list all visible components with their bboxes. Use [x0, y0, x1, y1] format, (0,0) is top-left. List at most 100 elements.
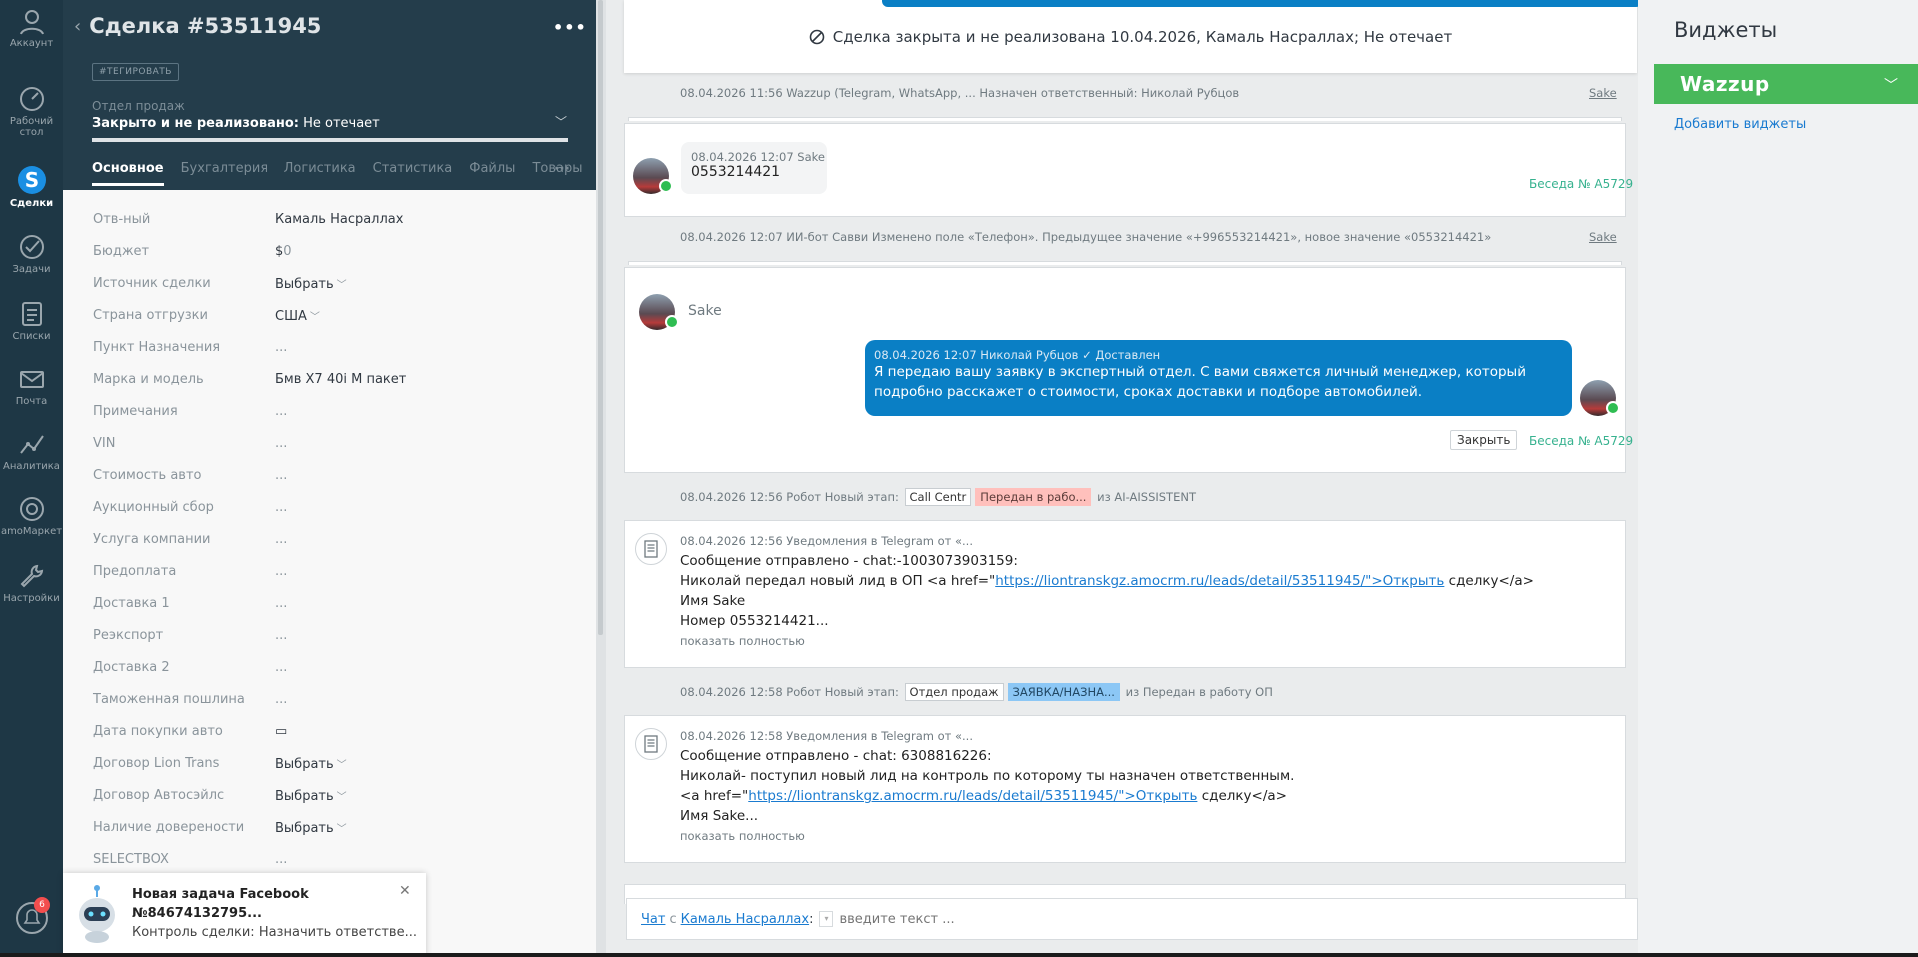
pipeline-status[interactable]: Закрыто и не реализовано: Не отечает: [92, 116, 568, 131]
field-row[interactable]: Бюджет $0: [93, 244, 573, 264]
field-row[interactable]: Отв-ный Камаль Насраллах: [93, 212, 573, 232]
wazzup-widget[interactable]: Wazzup: [1654, 64, 1918, 104]
field-value[interactable]: ...: [275, 852, 287, 872]
field-row[interactable]: Дата покупки авто ▭: [93, 724, 573, 744]
tab-accounting[interactable]: Бухгалтерия: [181, 161, 267, 186]
field-value[interactable]: ...: [275, 404, 287, 424]
field-name: Услуга компании: [93, 532, 211, 547]
field-value-text: Выбрать: [275, 277, 334, 292]
back-arrow-icon[interactable]: ‹: [74, 16, 81, 37]
tabs-more-icon[interactable]: ···: [554, 161, 570, 177]
chevron-down-icon[interactable]: ﹀: [1884, 75, 1898, 95]
field-name: Доставка 1: [93, 596, 170, 611]
mail-icon: [19, 371, 44, 388]
field-value[interactable]: Выбрать ﹀: [275, 276, 347, 296]
field-value[interactable]: Выбрать ﹀: [275, 756, 347, 776]
field-value[interactable]: ...: [275, 500, 287, 520]
field-row[interactable]: Реэкспорт...: [93, 628, 573, 648]
note-author-link[interactable]: Sake: [1589, 230, 1617, 244]
field-value[interactable]: США ﹀: [275, 308, 320, 328]
nav-item-dashboard[interactable]: Рабочий стол: [0, 78, 63, 140]
field-value[interactable]: ...: [275, 628, 287, 648]
field-row[interactable]: Услуга компании...: [93, 532, 573, 552]
nav-item-market[interactable]: amoМаркет: [0, 488, 63, 550]
nav-item-analytics[interactable]: Аналитика: [0, 423, 63, 485]
field-value-text: Выбрать: [275, 821, 334, 836]
field-row[interactable]: SELECTBOX...: [93, 852, 573, 872]
field-row[interactable]: Доставка 2...: [93, 660, 573, 680]
field-row[interactable]: Таможенная пошлина...: [93, 692, 573, 712]
field-row[interactable]: Аукционный сбор...: [93, 500, 573, 520]
tab-files[interactable]: Файлы: [469, 161, 515, 186]
field-value[interactable]: ...: [275, 436, 287, 456]
field-value[interactable]: Выбрать ﹀: [275, 788, 347, 808]
field-value[interactable]: Выбрать ﹀: [275, 820, 347, 840]
show-more-link[interactable]: показать полностью: [680, 631, 1610, 651]
nav-item-mail[interactable]: Почта: [0, 358, 63, 420]
scrollbar-thumb[interactable]: [598, 0, 603, 635]
tab-statistics[interactable]: Статистика: [373, 161, 453, 186]
field-row[interactable]: Стоимость авто...: [93, 468, 573, 488]
field-row[interactable]: Страна отгрузки США ﹀: [93, 308, 573, 328]
field-value-text: Выбрать: [275, 789, 334, 804]
add-widgets-link[interactable]: Добавить виджеты: [1674, 117, 1806, 132]
field-value[interactable]: ...: [275, 532, 287, 552]
chat-type-link[interactable]: Чат: [641, 912, 665, 927]
field-value[interactable]: $0: [275, 244, 292, 264]
field-value[interactable]: Камаль Насраллах: [275, 212, 403, 232]
nav-item-lists[interactable]: Списки: [0, 293, 63, 355]
chevron-down-icon: ﹀: [336, 824, 347, 835]
nav-item-deals[interactable]: S Сделки: [0, 158, 63, 220]
conversation-link[interactable]: Беседа № A5729: [1529, 177, 1633, 191]
lead-tag[interactable]: #ТЕГИРОВАТЬ: [92, 63, 179, 81]
field-value[interactable]: ...: [275, 596, 287, 616]
field-row[interactable]: Марка и модель Бмв Х7 40i M пакет: [93, 372, 573, 392]
nav-item-notifications[interactable]: 6: [0, 895, 63, 957]
chevron-down-icon[interactable]: ﹀: [555, 113, 567, 130]
nav-item-tasks[interactable]: Задачи: [0, 226, 63, 288]
field-value-extra: 0: [283, 244, 292, 259]
field-value[interactable]: ...: [275, 564, 287, 584]
task-toast[interactable]: Новая задача Facebook №84674132795... Ко…: [63, 873, 426, 957]
nav-label: Почта: [15, 396, 48, 407]
field-value[interactable]: ...: [275, 660, 287, 680]
stage-suffix: из Передан в работу ОП: [1125, 685, 1273, 699]
conversation-link[interactable]: Беседа № A5729: [1529, 434, 1633, 448]
field-name: VIN: [93, 436, 116, 451]
chat-contact-link[interactable]: Камаль Насраллах: [681, 912, 809, 927]
lead-link[interactable]: https://liontranskgz.amocrm.ru/leads/det…: [748, 788, 1197, 804]
note-author-link[interactable]: Sake: [1589, 86, 1617, 100]
field-row[interactable]: VIN...: [93, 436, 573, 456]
field-row[interactable]: Примечания...: [93, 404, 573, 424]
field-value-text: ...: [275, 596, 288, 611]
nav-item-account[interactable]: Аккаунт: [0, 0, 63, 62]
more-menu-icon[interactable]: •••: [553, 18, 587, 37]
field-value[interactable]: ▭: [275, 724, 287, 744]
field-row[interactable]: Пункт Назначения...: [93, 340, 573, 360]
field-row[interactable]: Предоплата...: [93, 564, 573, 584]
show-more-link[interactable]: показать полностью: [680, 826, 1610, 846]
close-chat-button[interactable]: Закрыть: [1450, 430, 1518, 450]
field-value[interactable]: Бмв Х7 40i M пакет: [275, 372, 406, 392]
field-row[interactable]: Доставка 1...: [93, 596, 573, 616]
chevron-down-icon[interactable]: ▾: [819, 911, 834, 927]
message-line: сделку</a>: [1197, 788, 1287, 804]
message-status: ✓ Доставлен: [1082, 348, 1161, 362]
tab-main[interactable]: Основное: [92, 161, 164, 186]
close-icon[interactable]: ✕: [399, 883, 411, 899]
field-name: Реэкспорт: [93, 628, 164, 643]
field-value-text: Камаль Насраллах: [275, 212, 404, 227]
field-row[interactable]: Договор Lion Trans Выбрать ﹀: [93, 756, 573, 776]
lead-link[interactable]: https://liontranskgz.amocrm.ru/leads/det…: [995, 573, 1444, 589]
field-row[interactable]: Источник сделки Выбрать ﹀: [93, 276, 573, 296]
field-row[interactable]: Наличие доверености Выбрать ﹀: [93, 820, 573, 840]
tab-logistics[interactable]: Логистика: [284, 161, 356, 186]
system-message: 08.04.2026 12:56 Уведомления в Telegram …: [680, 531, 1610, 651]
field-value[interactable]: ...: [275, 468, 287, 488]
field-row[interactable]: Договор Автосэйлс Выбрать ﹀: [93, 788, 573, 808]
field-value[interactable]: ...: [275, 692, 287, 712]
nav-item-settings[interactable]: Настройки: [0, 555, 63, 617]
field-value[interactable]: ...: [275, 340, 287, 360]
chat-input[interactable]: [839, 911, 1340, 927]
incoming-message: 08.04.2026 12:07 Sake 0553214421: [681, 142, 827, 194]
